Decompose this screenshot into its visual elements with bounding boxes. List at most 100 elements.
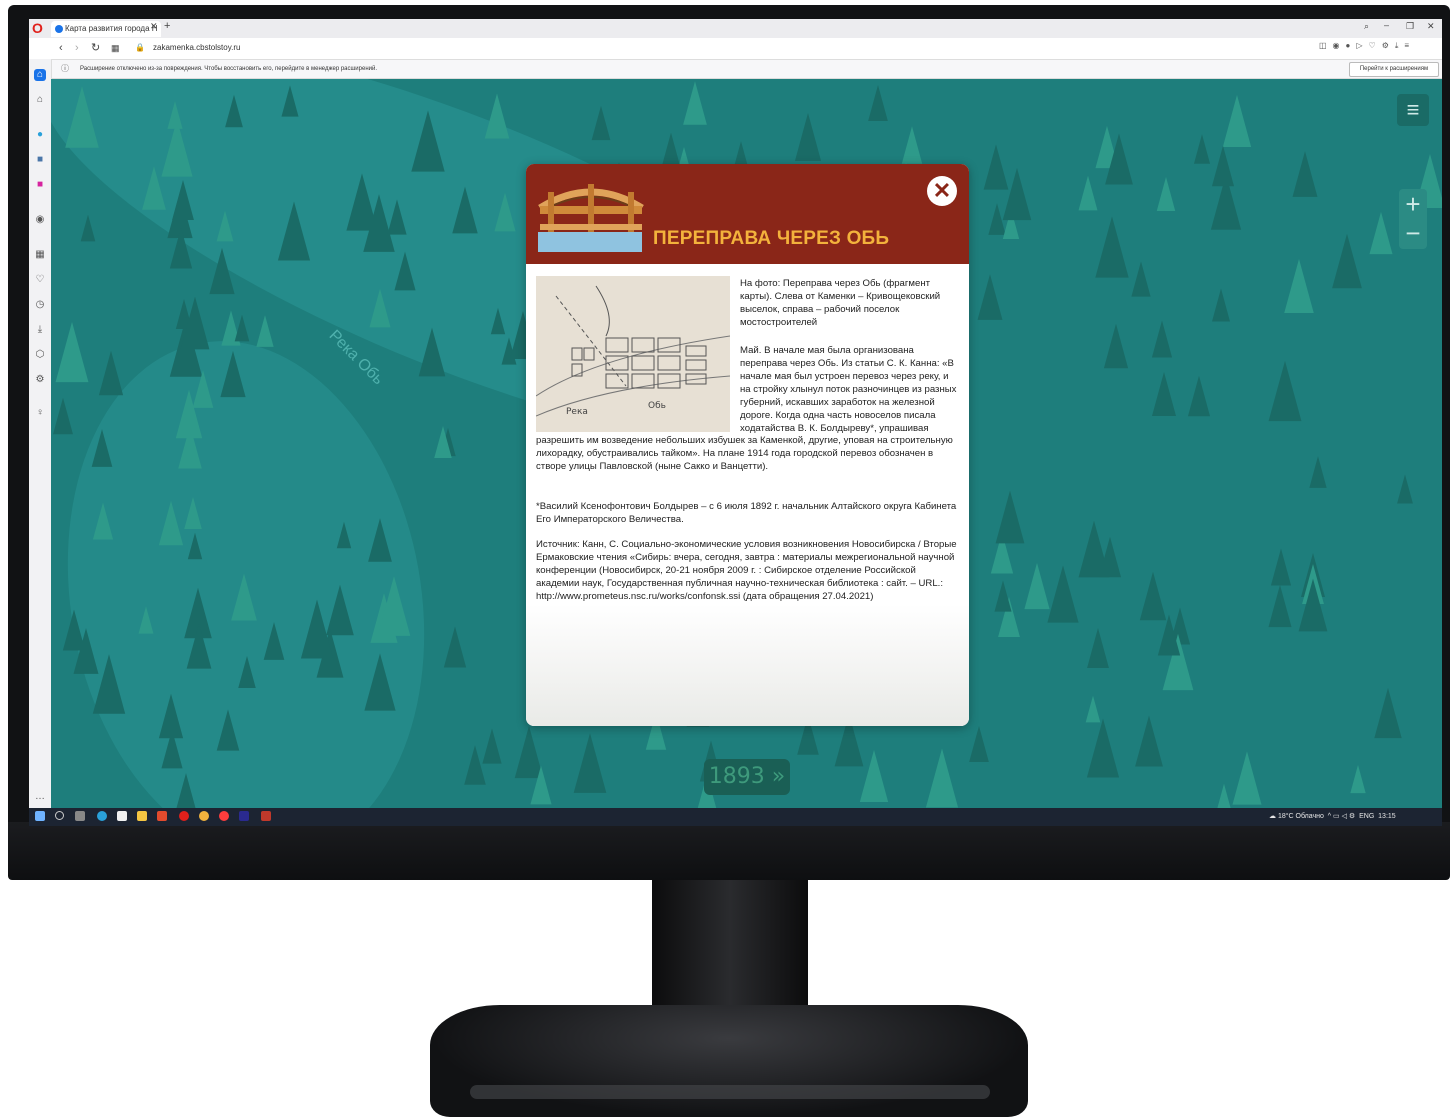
tree (92, 654, 126, 714)
monitor-base-highlight (470, 1085, 990, 1099)
photoshop-icon[interactable] (239, 811, 249, 821)
tree (1298, 578, 1328, 632)
cloud-icon: ☁ (1269, 813, 1276, 820)
tree (494, 192, 516, 232)
map-menu-button[interactable]: ≡ (1397, 94, 1429, 126)
info-icon: ⓘ (61, 64, 69, 73)
apps-icon[interactable]: ▦ (34, 249, 46, 261)
tree (1156, 177, 1176, 211)
tree (530, 765, 552, 805)
window-close-icon[interactable]: ✕ (1427, 21, 1435, 32)
tree (484, 93, 510, 139)
tree (1332, 233, 1362, 289)
edge-icon[interactable] (97, 811, 107, 821)
tree (969, 725, 989, 763)
opera-taskbar-icon[interactable] (179, 811, 189, 821)
task-view-icon[interactable] (75, 811, 85, 821)
tree (1284, 258, 1314, 314)
tree (1139, 571, 1167, 621)
extensions-icon[interactable]: ⬡ (34, 349, 46, 361)
tree (184, 496, 202, 530)
settings-icon[interactable]: ⚙ (34, 374, 46, 386)
tree (263, 622, 285, 660)
opera-logo-icon[interactable]: O (32, 21, 46, 36)
tree (1212, 288, 1230, 322)
browser-tab[interactable]: Карта развития города Н (51, 21, 161, 37)
new-tab-icon[interactable]: + (164, 20, 170, 32)
tree (161, 729, 183, 769)
modal-title: ПЕРЕПРАВА ЧЕРЕЗ ОБЬ (653, 228, 890, 249)
vk-icon[interactable]: ■ (34, 154, 46, 166)
zoom-in-button[interactable]: + (1399, 189, 1427, 219)
tree (231, 573, 257, 621)
tabs-grid-icon[interactable]: ▦ (111, 39, 120, 57)
tree (1078, 175, 1098, 211)
downloads-icon[interactable]: ⤓ (34, 324, 46, 336)
tree (1151, 320, 1173, 358)
start-icon[interactable] (35, 811, 45, 821)
tree (80, 214, 96, 242)
tree (186, 623, 212, 669)
tree (1216, 783, 1232, 808)
tree (1086, 718, 1120, 778)
history-icon[interactable]: ◷ (34, 299, 46, 311)
tree (225, 94, 243, 128)
url-field[interactable]: zakamenka.cbstolstoy.ru (153, 41, 240, 55)
telegram-icon[interactable]: ● (34, 129, 46, 141)
search-icon[interactable]: ⌕ (1364, 21, 1369, 32)
explorer-icon[interactable] (137, 811, 147, 821)
tree (53, 397, 73, 435)
monitor-stand-base (430, 1005, 1028, 1117)
minimize-icon[interactable]: – (1384, 20, 1389, 30)
modal-paragraph-may: Май. В начале мая была организована пере… (740, 345, 957, 434)
language-indicator[interactable]: ENG (1359, 813, 1374, 820)
tree (158, 500, 184, 546)
tree (482, 728, 502, 764)
tree (368, 518, 392, 562)
info-modal: ПЕРЕПРАВА ЧЕРЕЗ ОБЬ ✕ Река Обь На фото: … (526, 164, 969, 726)
back-icon[interactable]: ‹ (59, 39, 63, 57)
tree (55, 321, 89, 383)
tree (1085, 695, 1101, 723)
tab-close-icon[interactable]: ✕ (150, 21, 158, 32)
tree (859, 750, 889, 802)
tree (1222, 95, 1252, 147)
tree (1078, 520, 1110, 578)
tree (901, 126, 923, 164)
zoom-out-button[interactable]: − (1399, 219, 1427, 249)
tree (142, 166, 166, 210)
tips-icon[interactable]: ♀ (34, 407, 46, 419)
app-icon-3[interactable] (261, 811, 271, 821)
instagram-icon[interactable]: ■ (34, 179, 46, 191)
store-icon[interactable] (117, 811, 127, 821)
favorites-icon[interactable]: ♡ (34, 274, 46, 286)
search-taskbar-icon[interactable] (55, 811, 64, 820)
tree (1105, 133, 1133, 185)
extensions-button[interactable]: Перейти к расширениям (1349, 62, 1439, 77)
tree (1131, 261, 1151, 297)
tab-favicon-icon (55, 25, 63, 33)
app-icon-1[interactable] (157, 811, 167, 821)
system-tray[interactable]: ☁ 18°C Облачно ^ ▭ ◁ ⚙ ENG 13:15 (1269, 812, 1396, 822)
tree (1350, 764, 1366, 794)
tree (1309, 456, 1327, 488)
player-icon[interactable]: ◉ (34, 214, 46, 226)
reload-icon[interactable]: ↻ (91, 39, 100, 57)
app-icon-2[interactable] (219, 811, 229, 821)
tree (1157, 614, 1181, 656)
tree (98, 350, 124, 396)
home-icon[interactable]: ⌂ (34, 94, 46, 106)
maximize-icon[interactable]: ❐ (1406, 21, 1414, 32)
forward-icon[interactable]: › (75, 39, 79, 57)
next-year-button[interactable]: 1893 » (704, 759, 790, 795)
tree (178, 425, 202, 469)
modal-close-button[interactable]: ✕ (927, 176, 957, 206)
more-icon[interactable]: … (34, 791, 46, 803)
tree (418, 327, 446, 377)
tree (1135, 715, 1163, 767)
chrome-icon[interactable] (199, 811, 209, 821)
speed-dial-icon[interactable]: ⌂ (34, 69, 46, 81)
tree (1095, 216, 1129, 278)
toolbar-extension-icons[interactable]: ◫◉●▷♡⚙⤓≡ (1319, 41, 1415, 51)
tree (794, 113, 822, 161)
